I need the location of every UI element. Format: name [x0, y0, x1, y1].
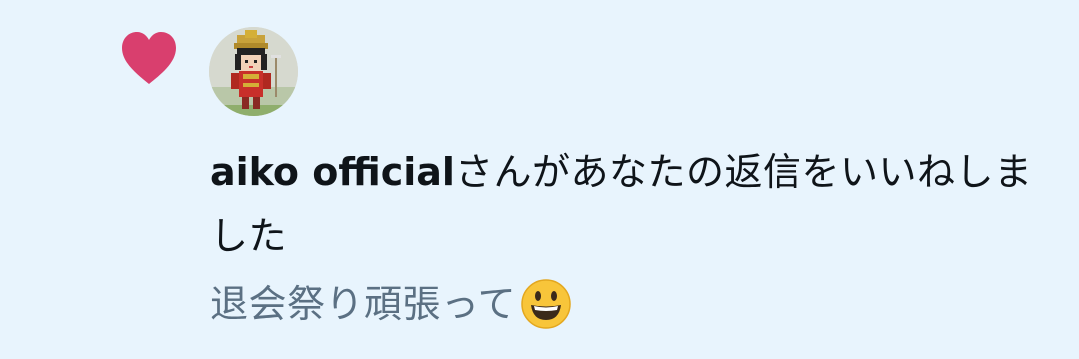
liked-reply-preview[interactable]: 退会祭り頑張って	[210, 274, 1040, 334]
like-notification[interactable]: aiko officialさんがあなたの返信をいいねしました 退会祭り頑張って	[0, 0, 1079, 359]
grinning-face-emoji-icon	[521, 279, 571, 329]
avatar-image	[209, 27, 298, 116]
notification-message: aiko officialさんがあなたの返信をいいねしました	[210, 140, 1040, 268]
username-link[interactable]: aiko official	[210, 150, 455, 194]
heart-icon	[122, 32, 176, 84]
avatar[interactable]	[209, 27, 298, 116]
notification-text: aiko officialさんがあなたの返信をいいねしました 退会祭り頑張って	[210, 140, 1040, 334]
reply-text: 退会祭り頑張って	[210, 282, 517, 326]
